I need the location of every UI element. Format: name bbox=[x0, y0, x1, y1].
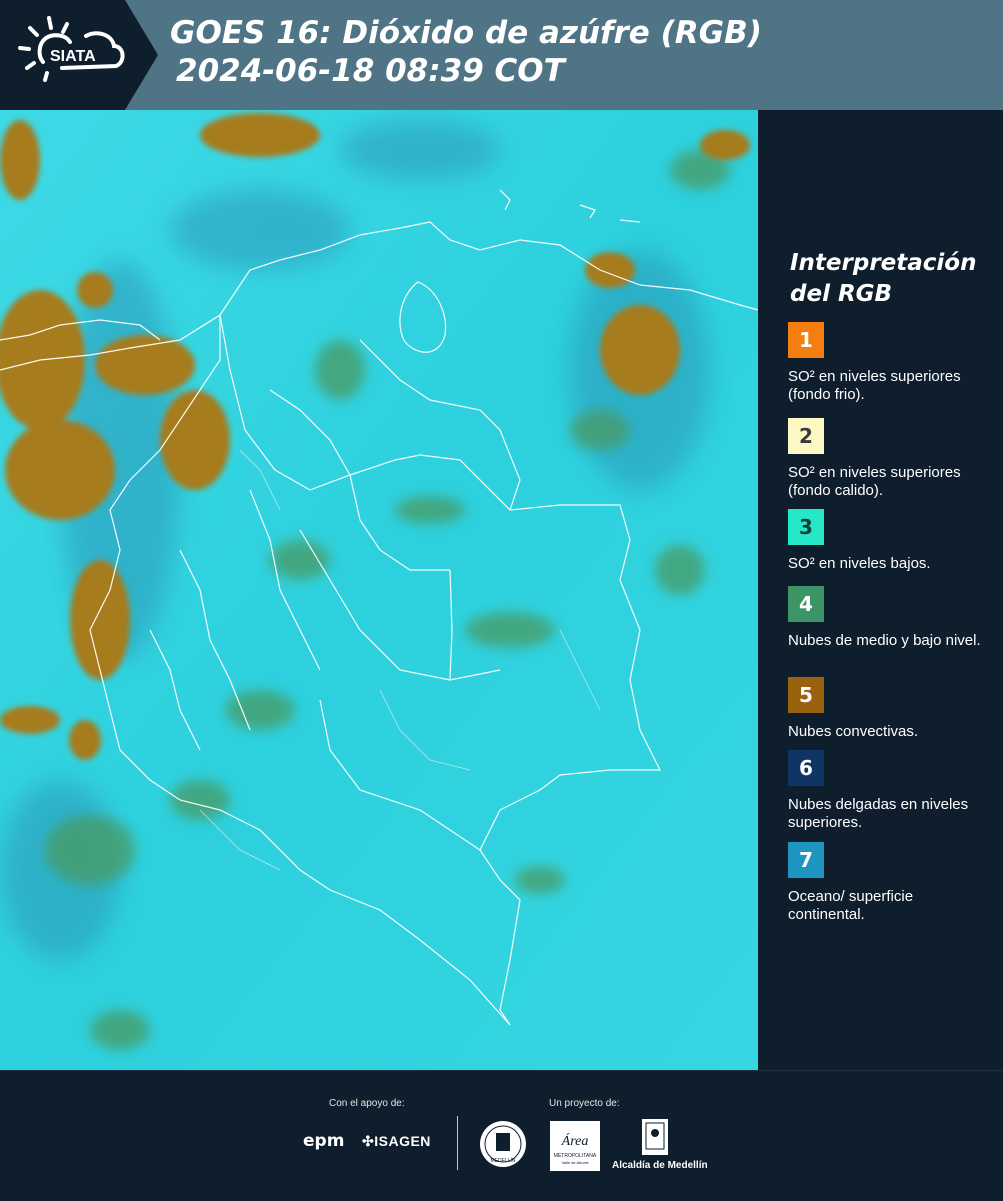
support-label: Con el apoyo de: bbox=[329, 1098, 405, 1109]
legend-number: 4 bbox=[799, 592, 813, 616]
project-label: Un proyecto de: bbox=[549, 1098, 620, 1109]
area-metropolitana-logo: Área METROPOLITANA Valle de Aburrá bbox=[550, 1121, 600, 1171]
siata-wordmark: SIATA bbox=[50, 48, 96, 65]
legend-swatch-4: 4 bbox=[788, 586, 824, 622]
satellite-map bbox=[0, 110, 758, 1070]
header-bar: SIATA GOES 16: Dióxido de azúfre (RGB) 2… bbox=[0, 0, 1003, 110]
footer-bar: Con el apoyo de: Un proyecto de: epm ✣IS… bbox=[0, 1070, 1003, 1201]
legend-title-line2: del RGB bbox=[790, 281, 893, 307]
legend-swatch-3: 3 bbox=[788, 509, 824, 545]
page-timestamp: 2024-06-18 08:39 COT bbox=[176, 53, 565, 89]
legend-number: 5 bbox=[799, 683, 813, 707]
legend-label: Nubes de medio y bajo nivel. bbox=[788, 632, 981, 649]
footer-divider bbox=[457, 1116, 458, 1170]
metro-logo-line3: Valle de Aburrá bbox=[561, 1160, 589, 1165]
legend-label: SO² en niveles superiores (fondo calido)… bbox=[788, 464, 961, 499]
epm-logo: epm bbox=[303, 1131, 345, 1151]
legend-title-line1: Interpretación bbox=[790, 250, 977, 276]
isagen-wordmark: ISAGEN bbox=[374, 1133, 431, 1149]
legend-swatch-1: 1 bbox=[788, 322, 824, 358]
legend-title: Interpretación del RGB bbox=[790, 248, 990, 310]
legend-number: 6 bbox=[799, 756, 813, 780]
legend-label: SO² en niveles bajos. bbox=[788, 555, 931, 572]
legend-number: 1 bbox=[799, 328, 813, 352]
isagen-mark-icon: ✣ bbox=[362, 1133, 375, 1149]
legend-swatch-2: 2 bbox=[788, 418, 824, 454]
siata-logo: SIATA bbox=[0, 0, 158, 110]
legend-number: 7 bbox=[799, 848, 813, 872]
legend-swatch-5: 5 bbox=[788, 677, 824, 713]
medellin-seal-icon: MEDELLÍN bbox=[480, 1121, 526, 1167]
legend-swatch-6: 6 bbox=[788, 750, 824, 786]
legend-label: Nubes convectivas. bbox=[788, 723, 919, 740]
legend-label: SO² en niveles superiores (fondo frio). bbox=[788, 368, 961, 403]
legend-number: 2 bbox=[799, 424, 813, 448]
metro-logo-line1: Área bbox=[561, 1132, 589, 1149]
page-title: GOES 16: Dióxido de azúfre (RGB) bbox=[170, 15, 762, 51]
legend-swatch-7: 7 bbox=[788, 842, 824, 878]
isagen-logo: ✣ISAGEN bbox=[362, 1133, 431, 1150]
alcaldia-shield-icon bbox=[642, 1119, 668, 1155]
seal-text: MEDELLÍN bbox=[490, 1157, 515, 1164]
legend-panel: Interpretación del RGB 1 SO² en niveles … bbox=[758, 110, 1003, 1070]
alcaldia-label: Alcaldía de Medellín bbox=[612, 1160, 708, 1171]
legend-label: Nubes delgadas en niveles superiores. bbox=[788, 796, 969, 831]
legend-number: 3 bbox=[799, 515, 813, 539]
metro-logo-line2: METROPOLITANA bbox=[554, 1153, 597, 1159]
legend-label: Oceano/ superficie continental. bbox=[788, 888, 914, 923]
